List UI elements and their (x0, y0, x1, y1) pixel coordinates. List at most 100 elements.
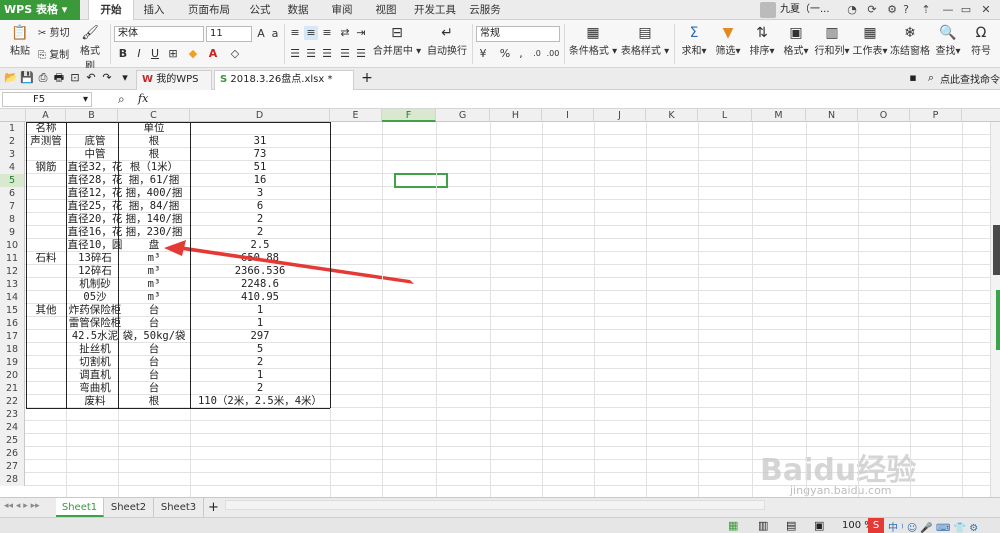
column-header-j[interactable]: J (594, 109, 646, 122)
sheet-tab-3[interactable]: Sheet3 (154, 498, 204, 517)
tab-review[interactable]: 审阅 (324, 0, 360, 20)
selected-cell[interactable] (394, 173, 448, 188)
row-header[interactable]: 5 (0, 174, 25, 187)
row-header[interactable]: 16 (0, 317, 25, 330)
tab-insert[interactable]: 插入 (136, 0, 172, 20)
skin-icon[interactable]: ◔ (844, 2, 860, 18)
cell-b[interactable]: 扯丝机 (66, 343, 124, 356)
sort-button[interactable]: ⇅ 排序▾ (746, 24, 778, 57)
thousands-icon[interactable]: , (514, 47, 528, 61)
row-header[interactable]: 7 (0, 200, 25, 213)
cell-a[interactable] (26, 395, 66, 408)
cell-b[interactable]: 12碎石 (66, 265, 124, 278)
row-header[interactable]: 12 (0, 265, 25, 278)
cell-a[interactable] (26, 434, 66, 447)
cell-b[interactable]: 13碎石 (66, 252, 124, 265)
cell-b[interactable]: 直径16，花 (66, 226, 124, 239)
tab-developer[interactable]: 开发工具 (410, 0, 460, 20)
table-style-button[interactable]: ▤ 表格样式 ▾ (620, 24, 670, 57)
app-menu-button[interactable]: WPS 表格 ▾ (0, 0, 80, 20)
underline-icon[interactable]: U (148, 47, 162, 61)
row-header[interactable]: 23 (0, 408, 25, 421)
cell-d[interactable]: 51 (190, 161, 330, 174)
page-break-icon[interactable]: ▤ (786, 519, 796, 532)
cell-c[interactable] (118, 460, 190, 473)
row-header[interactable]: 2 (0, 135, 25, 148)
cell-a[interactable] (26, 213, 66, 226)
maximize-icon[interactable]: ▭ (958, 2, 974, 18)
percent-icon[interactable]: % (498, 47, 512, 61)
select-all-corner[interactable] (0, 109, 26, 122)
column-header-p[interactable]: P (910, 109, 962, 122)
increase-decimal-icon[interactable]: .0 (530, 47, 544, 61)
sheet-nav-icon[interactable]: ◂◂ ◂ ▸ ▸▸ (4, 501, 40, 511)
cell-c[interactable]: 台 (118, 304, 190, 317)
cell-d[interactable]: 2 (190, 213, 330, 226)
cell-c[interactable]: 根 (118, 148, 190, 161)
cell-d[interactable]: 1 (190, 369, 330, 382)
format-painter-button[interactable]: 🖌 格式刷 (76, 24, 104, 72)
cell-a[interactable] (26, 174, 66, 187)
restore-ribbon-icon[interactable]: ⇡ (918, 2, 934, 18)
fx-icon[interactable]: fx (138, 92, 148, 105)
column-header-n[interactable]: N (806, 109, 858, 122)
cell-a[interactable] (26, 330, 66, 343)
avatar[interactable] (760, 2, 776, 18)
side-panel-handle[interactable] (993, 225, 1000, 275)
row-header[interactable]: 20 (0, 369, 25, 382)
tab-formulas[interactable]: 公式 (242, 0, 278, 20)
cell-d[interactable]: 6 (190, 200, 330, 213)
cell-a[interactable] (26, 265, 66, 278)
column-header-g[interactable]: G (436, 109, 490, 122)
cell-a[interactable]: 声测管 (26, 135, 66, 148)
cell-c[interactable]: 捆，230/捆 (118, 226, 190, 239)
merge-center-button[interactable]: ⊟ 合并居中 ▾ (372, 24, 422, 57)
column-header-o[interactable]: O (858, 109, 910, 122)
distributed-icon[interactable]: ☰ (354, 47, 368, 61)
cell-d[interactable]: 2 (190, 382, 330, 395)
row-header[interactable]: 28 (0, 473, 25, 486)
shrink-font-icon[interactable]: a (268, 27, 282, 41)
cell-c[interactable]: 根（1米） (118, 161, 190, 174)
decrease-decimal-icon[interactable]: .00 (546, 47, 560, 61)
cell-a[interactable] (26, 408, 66, 421)
cell-b[interactable]: 调直机 (66, 369, 124, 382)
cell-b[interactable]: 雷管保险柜 (66, 317, 124, 330)
preview-icon[interactable]: ⊡ (68, 71, 82, 85)
cell-d[interactable] (190, 473, 330, 486)
cell-d[interactable]: 1 (190, 304, 330, 317)
cell-d[interactable]: 297 (190, 330, 330, 343)
font-name-select[interactable]: 宋体 (114, 26, 204, 42)
cell-d[interactable] (190, 460, 330, 473)
number-format-select[interactable]: 常规 (476, 26, 560, 42)
cell-a[interactable]: 名称 (26, 122, 66, 135)
minimize-icon[interactable]: — (940, 2, 956, 18)
column-header-b[interactable]: B (66, 109, 118, 122)
cell-a[interactable]: 钢筋 (26, 161, 66, 174)
tab-my-wps[interactable]: W 我的WPS × (136, 70, 212, 103)
conditional-format-button[interactable]: ▦ 条件格式 ▾ (568, 24, 618, 57)
font-size-select[interactable]: 11 (206, 26, 252, 42)
border-icon[interactable]: ⊞ (166, 47, 180, 61)
cell-d[interactable]: 2 (190, 356, 330, 369)
row-header[interactable]: 1 (0, 122, 25, 135)
row-header[interactable]: 19 (0, 356, 25, 369)
column-header-l[interactable]: L (698, 109, 752, 122)
cell-b[interactable]: 切割机 (66, 356, 124, 369)
name-box[interactable]: F5 ▾ (2, 92, 92, 107)
cell-c[interactable]: 捆，84/捆 (118, 200, 190, 213)
cell-b[interactable] (66, 473, 124, 486)
page-layout-icon[interactable]: ▥ (758, 519, 768, 532)
cell-b[interactable]: 机制砂 (66, 278, 124, 291)
worksheet-button[interactable]: ▦ 工作表▾ (852, 24, 888, 57)
add-sheet-icon[interactable]: + (208, 500, 219, 515)
cell-a[interactable] (26, 239, 66, 252)
find-button[interactable]: 🔍 查找▾ (932, 24, 964, 57)
align-bottom-icon[interactable]: ≡ (320, 26, 334, 40)
cell-a[interactable] (26, 291, 66, 304)
tab-view[interactable]: 视图 (368, 0, 404, 20)
redo-icon[interactable]: ↷ (100, 71, 114, 85)
cell-d[interactable] (190, 434, 330, 447)
format-button[interactable]: ▣ 格式▾ (780, 24, 812, 57)
clear-format-icon[interactable]: ◇ (228, 47, 242, 61)
